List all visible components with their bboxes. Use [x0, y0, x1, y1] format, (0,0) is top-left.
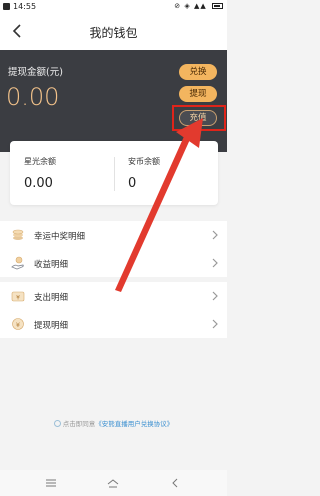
withdraw-amount-value: 0.00 [6, 83, 60, 111]
back-icon[interactable] [168, 476, 182, 490]
starlight-balance: 星光余额 0.00 [10, 141, 114, 205]
coin-balance: 安币余额 0 [114, 141, 218, 205]
status-indicators: ⊘ ◈ ▲▲ [174, 2, 207, 10]
chevron-right-icon [212, 319, 218, 329]
svg-text:¥: ¥ [16, 321, 20, 329]
agree-checkbox-icon[interactable] [53, 420, 61, 427]
system-nav-bar [0, 470, 227, 496]
agreement-prefix: 点击即同意 [62, 420, 96, 428]
list-item-lucky-prize[interactable]: 幸运中奖明细 [0, 221, 227, 249]
coin-balance-label: 安币余额 [128, 157, 160, 166]
status-time: 14:55 [13, 2, 37, 11]
svg-text:¥: ¥ [16, 295, 20, 302]
battery-icon [212, 3, 223, 9]
withdraw-record-icon: ¥ [12, 318, 24, 330]
exchange-button[interactable]: 兑换 [179, 64, 217, 80]
earnings-label: 收益明细 [34, 260, 69, 270]
chevron-right-icon [212, 258, 218, 268]
withdraw-panel: 提现金额(元) 0.00 兑换 提现 充值 [0, 50, 227, 152]
lucky-prize-label: 幸运中奖明细 [34, 232, 86, 242]
expense-icon: ¥ [11, 291, 25, 302]
home-icon[interactable] [106, 476, 120, 490]
page-title: 我的钱包 [89, 26, 138, 40]
starlight-balance-value: 0.00 [24, 176, 53, 191]
menu-group-earnings: 幸运中奖明细 收益明细 [0, 221, 227, 277]
menu-icon[interactable] [44, 476, 58, 490]
chevron-right-icon [212, 230, 218, 240]
nav-bar: 我的钱包 [0, 14, 227, 50]
recharge-highlight-box [172, 105, 226, 131]
chevron-right-icon [212, 291, 218, 301]
starlight-balance-label: 星光余额 [24, 157, 56, 166]
list-item-expense[interactable]: ¥ 支出明细 [0, 282, 227, 310]
withdraw-button[interactable]: 提现 [179, 86, 217, 102]
app-logo-icon [3, 3, 10, 10]
withdraw-amount-label: 提现金额(元) [8, 67, 63, 78]
withdraw-record-label: 提现明细 [34, 321, 69, 331]
status-bar: 14:55 ⊘ ◈ ▲▲ [0, 0, 227, 14]
menu-group-records: ¥ 支出明细 ¥ 提现明细 [0, 282, 227, 338]
agreement-line: 点击即同意《安熊直播用户兑换协议》 [0, 418, 227, 428]
hand-coin-icon [11, 256, 24, 270]
coins-icon [12, 229, 24, 240]
balance-card: 星光余额 0.00 安币余额 0 [10, 141, 218, 205]
expense-label: 支出明细 [34, 293, 69, 303]
agreement-link[interactable]: 《安熊直播用户兑换协议》 [95, 420, 173, 428]
coin-balance-value: 0 [128, 176, 137, 191]
list-item-withdraw-record[interactable]: ¥ 提现明细 [0, 310, 227, 338]
status-icons: ⊘ ◈ ▲▲ [174, 2, 223, 10]
list-item-earnings[interactable]: 收益明细 [0, 249, 227, 277]
